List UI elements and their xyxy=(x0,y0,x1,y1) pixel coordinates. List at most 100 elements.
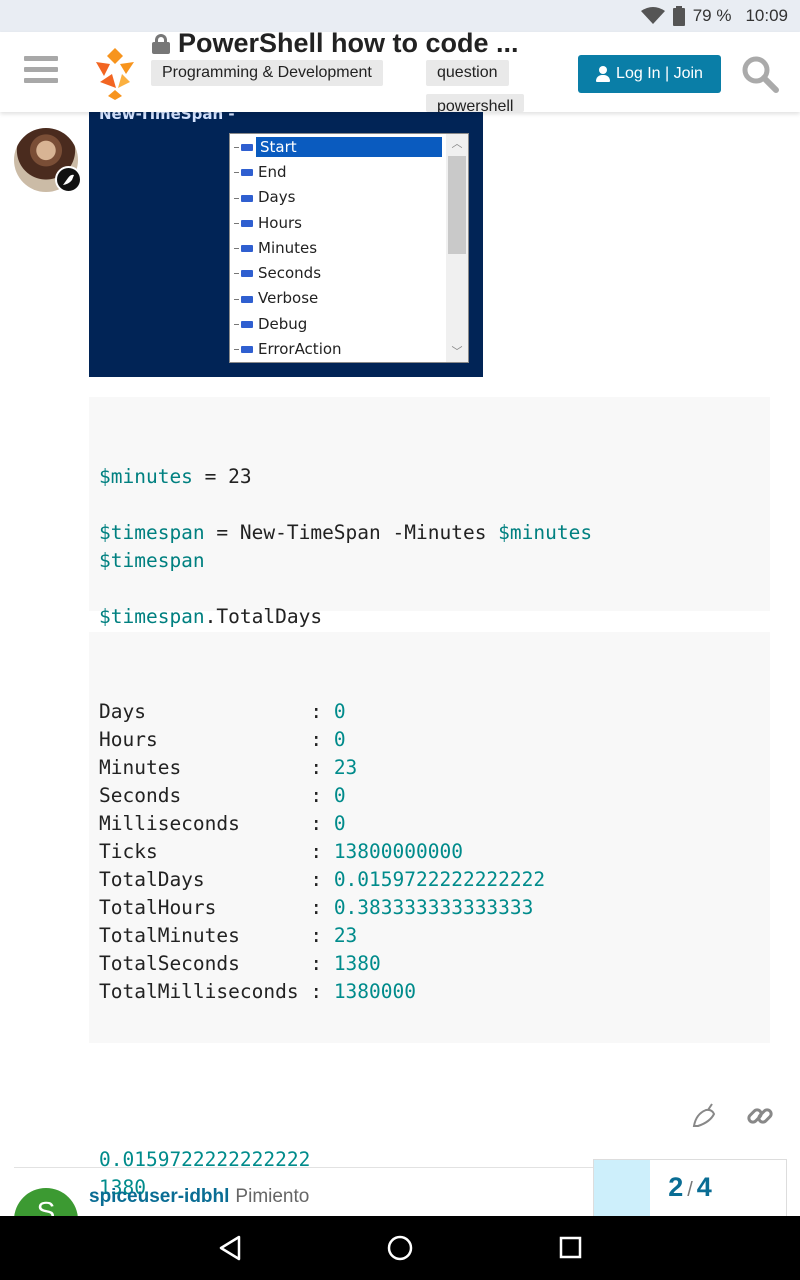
output-key: TotalDays : xyxy=(99,868,334,891)
output-key: Minutes : xyxy=(99,756,334,779)
output-value: 0 xyxy=(333,728,346,751)
parameter-icon xyxy=(234,295,254,303)
parameter-icon xyxy=(234,219,254,227)
category-tag[interactable]: Programming & Development xyxy=(151,60,383,86)
intellisense-option[interactable]: ErrorAction xyxy=(230,336,468,361)
next-post-author: spiceuser-idbhl Pimiento xyxy=(89,1186,309,1208)
next-post-user-title: Pimiento xyxy=(235,1186,310,1207)
topic-title-text: PowerShell how to code ... xyxy=(178,28,519,58)
intellisense-option-label: Days xyxy=(258,188,296,207)
code-line: $minutes = 23 xyxy=(99,463,760,491)
intellisense-option[interactable]: Hours xyxy=(230,210,468,235)
ps-command-text: New-TimeSpan - xyxy=(99,112,235,123)
output-value: 0 xyxy=(333,812,346,835)
site-header: PowerShell how to code ... Programming &… xyxy=(0,28,800,112)
wifi-icon xyxy=(640,7,665,25)
code-block-output: Days : 0 Hours : 0 Minutes : 23 Seconds : 0… xyxy=(89,632,770,1199)
output-key: TotalSeconds : xyxy=(99,952,334,975)
clock: 10:09 xyxy=(745,6,788,25)
output-value: 0 xyxy=(333,784,346,807)
progress-counter: 2/4 xyxy=(668,1172,712,1202)
output-row: Hours : 0 xyxy=(99,726,760,754)
output-value: 23 xyxy=(333,756,358,779)
intellisense-option-label: End xyxy=(258,162,287,181)
parameter-icon xyxy=(234,245,254,253)
intellisense-option[interactable]: Verbose xyxy=(230,286,468,311)
user-badge-icon xyxy=(55,166,82,193)
tag-powershell[interactable]: powershell xyxy=(426,94,525,112)
intellisense-option[interactable]: Debug xyxy=(230,311,468,336)
code-text: .TotalDays xyxy=(204,605,323,628)
output-value: 1380 xyxy=(333,952,381,975)
intellisense-option-label: ErrorAction xyxy=(258,340,342,359)
android-nav-bar xyxy=(0,1216,800,1280)
timeline-progress[interactable]: 2/4 xyxy=(593,1159,787,1217)
hamburger-menu-icon[interactable] xyxy=(24,56,58,86)
output-value: 0.383333333333333 xyxy=(333,896,534,919)
output-value: 0 xyxy=(333,700,346,723)
tag-question[interactable]: question xyxy=(426,60,509,86)
output-row: Days : 0 xyxy=(99,698,760,726)
output-key: Seconds : xyxy=(99,784,334,807)
next-post-username[interactable]: spiceuser-idbhl xyxy=(89,1186,229,1207)
parameter-icon xyxy=(234,144,254,151)
output-row: Minutes : 23 xyxy=(99,754,760,782)
intellisense-option-label: Verbose xyxy=(258,289,319,308)
chevron-up-icon: ︿ xyxy=(451,138,463,150)
output-value: 1380000 xyxy=(333,980,416,1003)
output-row: TotalHours : 0.383333333333333 xyxy=(99,894,760,922)
intellisense-option[interactable]: Days xyxy=(230,185,468,210)
output-row: Milliseconds : 0 xyxy=(99,810,760,838)
intellisense-option-label: Debug xyxy=(258,314,308,333)
progress-current: 2 xyxy=(668,1172,684,1202)
code-variable: $timespan xyxy=(99,549,205,572)
output-key: TotalHours : xyxy=(99,896,334,919)
lock-icon xyxy=(152,33,170,54)
intellisense-option[interactable]: Minutes xyxy=(230,235,468,260)
output-row: TotalMilliseconds : 1380000 xyxy=(99,978,760,1006)
code-block-script: $minutes = 23 $timespan = New-TimeSpan -M… xyxy=(89,397,770,656)
output-key: Days : xyxy=(99,700,334,723)
output-value: 0.0159722222222222 xyxy=(333,868,546,891)
output-row: TotalSeconds : 1380 xyxy=(99,950,760,978)
intellisense-scrollbar: ︿ ﹀ xyxy=(446,134,468,362)
user-icon xyxy=(596,66,611,82)
parameter-icon xyxy=(234,270,254,278)
intellisense-option-label: Minutes xyxy=(258,238,318,257)
intellisense-option-label: Start xyxy=(256,136,442,157)
intellisense-option[interactable]: Seconds xyxy=(230,260,468,285)
spiceworks-logo[interactable] xyxy=(90,44,140,100)
parameter-icon xyxy=(234,169,254,177)
output-value: 13800000000 xyxy=(333,840,463,863)
link-icon[interactable] xyxy=(744,1100,776,1132)
battery-icon xyxy=(672,6,685,26)
search-icon[interactable] xyxy=(740,54,780,94)
output-row: TotalDays : 0.0159722222222222 xyxy=(99,866,760,894)
code-line: $timespan = New-TimeSpan -Minutes $minut… xyxy=(99,519,760,547)
code-variable: $minutes xyxy=(99,465,193,488)
code-variable: $timespan xyxy=(99,521,205,544)
chevron-down-icon: ﹀ xyxy=(451,346,463,358)
recents-icon[interactable] xyxy=(557,1234,585,1262)
parameter-icon xyxy=(234,346,254,354)
code-variable: $timespan xyxy=(99,605,205,628)
login-button[interactable]: Log In | Join xyxy=(578,55,721,93)
output-row: Ticks : 13800000000 xyxy=(99,838,760,866)
post-image-screenshot[interactable]: New-TimeSpan - Start End Days Hours Minutes S… xyxy=(89,112,483,377)
intellisense-option[interactable]: Start xyxy=(230,134,468,159)
output-key: Milliseconds : xyxy=(99,812,334,835)
back-icon[interactable] xyxy=(217,1234,245,1262)
code-variable: $minutes xyxy=(498,521,593,544)
output-row: Seconds : 0 xyxy=(99,782,760,810)
parameter-icon xyxy=(234,194,254,202)
battery-percent: 79 % xyxy=(692,6,732,25)
like-pepper-icon[interactable] xyxy=(688,1100,720,1132)
home-icon[interactable] xyxy=(386,1234,414,1262)
intellisense-option[interactable]: End xyxy=(230,159,468,184)
output-key: Hours : xyxy=(99,728,334,751)
output-key: TotalMilliseconds : xyxy=(99,980,334,1003)
code-text: = 23 xyxy=(192,465,252,488)
topic-title[interactable]: PowerShell how to code ... xyxy=(152,28,519,59)
